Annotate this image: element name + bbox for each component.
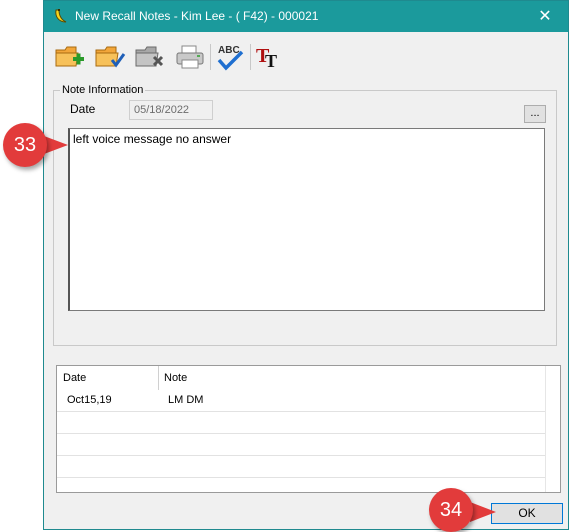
grid-scrollbar[interactable]: [545, 366, 560, 492]
browse-button[interactable]: ...: [524, 105, 546, 123]
table-row-empty: [57, 456, 560, 478]
row-note-cell: LM DM: [168, 394, 204, 406]
callout-33-pointer: [44, 136, 68, 154]
spell-check-button[interactable]: ABC: [214, 42, 246, 72]
table-row[interactable]: Oct15,19 LM DM: [57, 390, 560, 412]
svg-text:ABC: ABC: [218, 45, 240, 56]
table-row-empty: [57, 412, 560, 434]
svg-text:T: T: [265, 51, 277, 71]
table-row-empty: [57, 434, 560, 456]
column-header-note[interactable]: Note: [164, 372, 187, 384]
date-field[interactable]: 05/18/2022: [129, 100, 213, 120]
callout-34: 34: [429, 488, 473, 532]
delete-note-button[interactable]: [134, 42, 166, 72]
column-header-date[interactable]: Date: [63, 372, 86, 384]
save-note-button[interactable]: [94, 42, 126, 72]
close-button[interactable]: ✕: [522, 1, 568, 32]
grid-header: Date Note: [57, 366, 560, 390]
close-icon: ✕: [538, 8, 552, 25]
note-information-legend: Note Information: [60, 84, 146, 96]
toolbar-separator: [210, 44, 211, 70]
window-title: New Recall Notes - Kim Lee - ( F42) - 00…: [75, 9, 319, 23]
notes-grid: Date Note Oct15,19 LM DM: [56, 365, 561, 493]
folder-plus-icon: [55, 46, 84, 67]
toolbar-separator: [250, 44, 251, 70]
note-text-area[interactable]: [68, 128, 545, 311]
callout-34-pointer: [470, 502, 496, 522]
folder-check-icon: [95, 46, 126, 68]
abc-check-icon: ABC: [217, 45, 244, 71]
folder-delete-icon: [135, 46, 164, 67]
font-tt-icon: T T: [256, 45, 277, 71]
printer-icon: [176, 45, 204, 69]
print-button[interactable]: [174, 42, 206, 72]
date-label: Date: [70, 102, 96, 116]
ok-button[interactable]: OK: [491, 503, 563, 524]
banana-icon: [52, 7, 70, 25]
recall-notes-window: New Recall Notes - Kim Lee - ( F42) - 00…: [43, 0, 569, 530]
callout-33: 33: [3, 123, 47, 167]
row-date-cell: Oct15,19: [67, 394, 112, 406]
font-button[interactable]: T T: [254, 42, 286, 72]
new-note-button[interactable]: [54, 42, 86, 72]
title-bar[interactable]: New Recall Notes - Kim Lee - ( F42) - 00…: [44, 1, 568, 32]
column-divider[interactable]: [158, 366, 159, 390]
